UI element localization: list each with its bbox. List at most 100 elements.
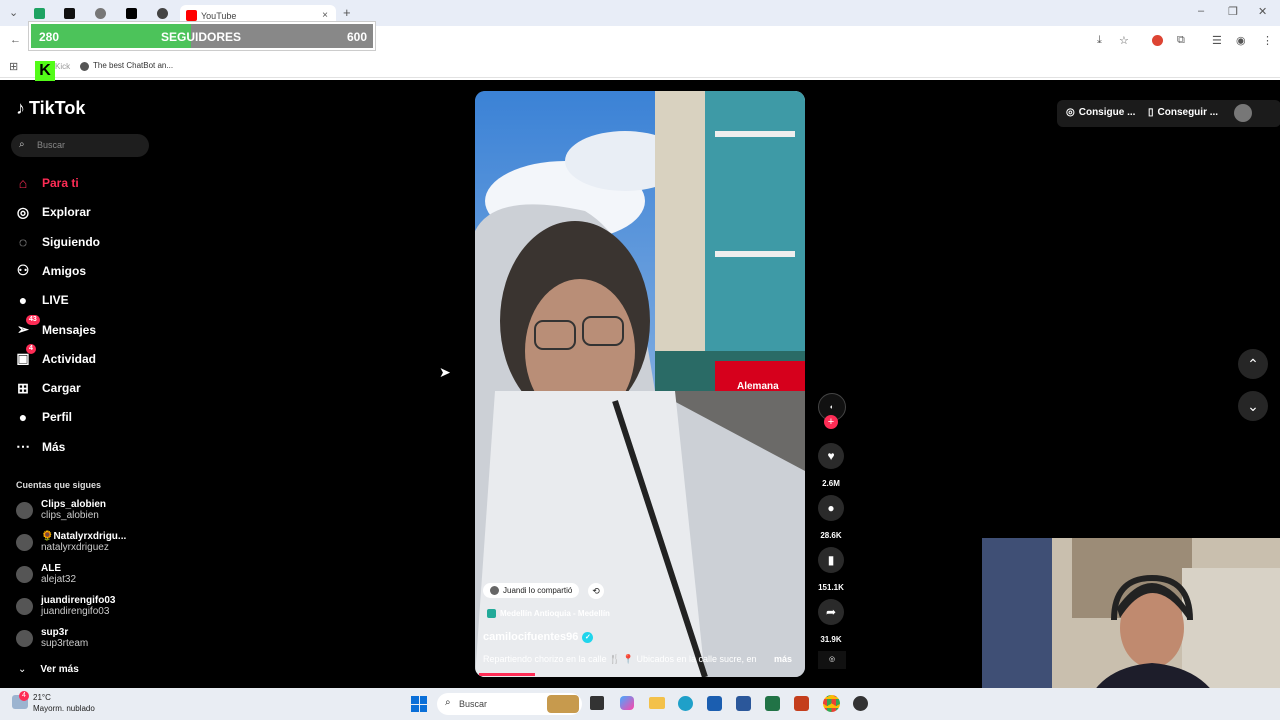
list-item[interactable]: 🌻Natalyrxdrigu... natalyrxdriguez (16, 531, 126, 553)
tab-3[interactable] (95, 5, 106, 21)
tab-2[interactable] (64, 5, 75, 21)
mouse-cursor-icon: ➤ (439, 364, 451, 380)
sidebar-item-perfil[interactable]: ● Perfil (14, 408, 72, 426)
profile-icon[interactable]: ◉ (1236, 34, 1246, 47)
list-item[interactable]: ALE alejat32 (16, 563, 76, 585)
back-icon[interactable]: ← (10, 34, 21, 46)
menu-dots-icon[interactable]: ⋮ (1262, 34, 1273, 47)
copilot-icon[interactable] (620, 696, 634, 710)
repost-icon[interactable]: ⟲ (588, 583, 604, 599)
chevron-down-icon: ⌄ (1247, 398, 1259, 414)
tab-1[interactable] (34, 5, 45, 21)
weather-badge: 4 (19, 691, 29, 701)
taskbar-search-input[interactable]: Buscar (459, 699, 487, 709)
close-tab-icon[interactable]: × (322, 10, 328, 21)
share-icon: ➦ (818, 599, 844, 625)
edge-icon[interactable] (678, 696, 693, 711)
get-coins-button[interactable]: ◎ Consigue ... (1066, 107, 1135, 118)
bookmark-button[interactable]: ▮ 151.1K (818, 547, 844, 592)
account-handle: sup3rteam (41, 638, 89, 649)
chevron-up-icon: ⌃ (1247, 356, 1259, 372)
share-button[interactable]: ➦ 31.9K (818, 599, 844, 644)
kick-icon (64, 7, 75, 19)
sidebar-item-label: Siguiendo (42, 234, 100, 249)
sidebar-item-label: Amigos (42, 263, 87, 278)
follow-plus-button[interactable]: + (824, 415, 838, 429)
windows-start-icon[interactable] (411, 696, 427, 712)
list-item[interactable]: sup3r sup3rteam (16, 627, 88, 649)
extension-icon[interactable] (1152, 35, 1163, 46)
new-tab-button[interactable]: + (343, 5, 351, 20)
minimize-button[interactable]: – (1198, 5, 1204, 17)
app-icon[interactable] (853, 696, 868, 711)
install-icon[interactable]: ⤓ (1097, 34, 1102, 47)
bookmark-kick[interactable]: Kick (55, 62, 70, 71)
tiktok-logo[interactable]: ♪ TikTok (16, 98, 85, 119)
notification-badge: 4 (26, 343, 36, 354)
apps-icon[interactable]: ⊞ (9, 60, 18, 73)
author-name: camilocifuentes96 (483, 631, 579, 643)
search-input[interactable]: Buscar (37, 140, 65, 150)
get-app-button[interactable]: ▯ Conseguir ... (1148, 107, 1218, 118)
tab-4[interactable] (126, 5, 137, 21)
close-window-button[interactable]: ✕ (1258, 5, 1267, 18)
location-label: Medellín Antioquia - Medellín (500, 609, 610, 618)
powerpoint-icon[interactable] (794, 696, 809, 711)
chatgpt-bookmark-icon (80, 62, 89, 71)
search-box[interactable]: ⌕ Buscar (11, 134, 149, 157)
video-progress[interactable] (479, 673, 535, 676)
video-author[interactable]: camilocifuentes96 ✓ (483, 631, 594, 643)
weather-temp: 21°C (33, 693, 51, 702)
profile-avatar[interactable] (1234, 104, 1252, 122)
bookmark-chatbot[interactable]: The best ChatBot an... (93, 61, 173, 70)
task-view-icon[interactable] (590, 696, 604, 710)
sidebar-item-live[interactable]: ● LIVE (14, 291, 69, 309)
sidebar-item-label: Explorar (42, 205, 91, 220)
tab-5[interactable] (157, 5, 168, 21)
store-sign: Alemana (737, 381, 779, 392)
sidebar-item-más[interactable]: ⋯ Más (14, 438, 65, 456)
store-icon[interactable] (707, 696, 722, 711)
shared-by-chip[interactable]: Juandi lo compartió (483, 583, 580, 598)
sound-disc-icon[interactable]: ◎ (818, 651, 846, 669)
sidebar-item-amigos[interactable]: ⚇ Amigos (14, 262, 86, 280)
sidebar-item-explorar[interactable]: ◎ Explorar (14, 203, 91, 221)
word-icon[interactable] (736, 696, 751, 711)
star-icon[interactable]: ☆ (1119, 34, 1129, 47)
kick-logo-icon: K (35, 61, 55, 81)
verified-icon: ✓ (582, 631, 594, 643)
list-item[interactable]: Clips_alobien clips_alobien (16, 499, 106, 521)
sidebar-item-siguiendo[interactable]: ◌ Siguiendo (14, 233, 100, 251)
coin-icon: ◎ (1066, 107, 1075, 118)
list-item[interactable]: juandirengifo03 juandirengifo03 (16, 595, 115, 617)
account-name: 🌻Natalyrxdrigu... (41, 531, 127, 542)
puzzle-icon[interactable]: ⧉ (1177, 34, 1185, 47)
taskbar-search[interactable]: ⌕ Buscar (437, 693, 582, 715)
sidebar-item-actividad[interactable]: ▣ Actividad 4 (14, 343, 96, 368)
maximize-button[interactable]: ❐ (1228, 5, 1238, 18)
chatgpt-icon (157, 7, 168, 19)
sidebar-item-para-ti[interactable]: ⌂ Para ti (14, 174, 79, 192)
heart-button[interactable]: ♥ 2.6M (818, 443, 844, 488)
action-count: 2.6M (822, 479, 840, 488)
comment-button[interactable]: ● 28.6K (818, 495, 844, 540)
file-explorer-icon[interactable] (649, 697, 665, 709)
video-player[interactable]: Alemana Juandi lo compartió ⟲ Medellín A… (475, 91, 805, 677)
location-tag[interactable]: Medellín Antioquia - Medellín (487, 609, 610, 618)
excel-icon[interactable] (765, 696, 780, 711)
tiktok-logo-text: TikTok (29, 98, 86, 118)
caption-more-link[interactable]: más (774, 654, 792, 664)
sidebar-item-mensajes[interactable]: ➢ Mensajes 43 (14, 314, 96, 339)
see-more-button[interactable]: ⌄ Ver más (18, 664, 79, 675)
previous-video-button[interactable]: ⌃ (1238, 349, 1268, 379)
spreadsheet-icon (34, 7, 45, 19)
tab-list-icon[interactable]: ⌄ (9, 6, 18, 19)
followers-label: SEGUIDORES (161, 30, 242, 44)
sidebar-item-cargar[interactable]: ⊞ Cargar (14, 379, 81, 397)
account-handle: alejat32 (41, 574, 77, 585)
chrome-icon[interactable] (823, 695, 840, 712)
action-count: 151.1K (818, 583, 844, 592)
media-icon[interactable]: ☰ (1212, 34, 1222, 47)
chevron-down-icon: ⌄ (18, 664, 27, 675)
next-video-button[interactable]: ⌄ (1238, 391, 1268, 421)
